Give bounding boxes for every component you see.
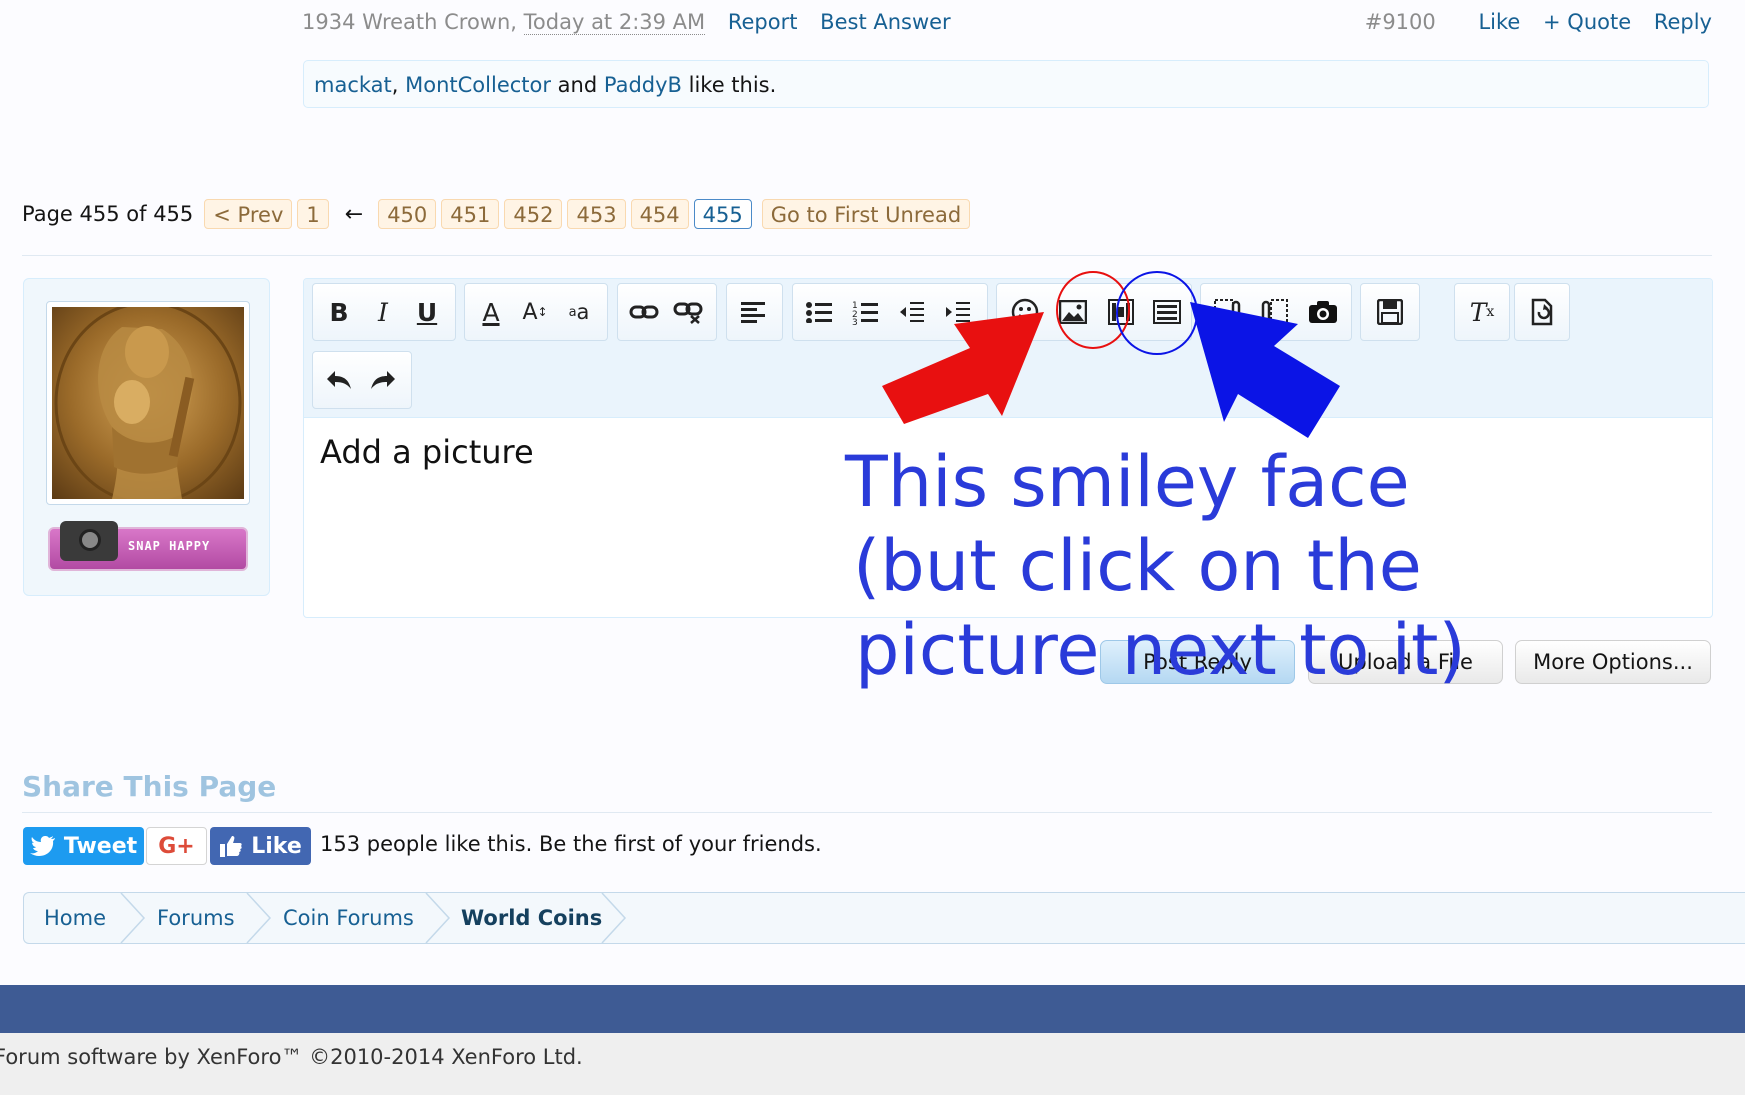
breadcrumb: Home Forums Coin Forums World Coins: [23, 892, 1745, 944]
like-count-text: 153 people like this. Be the first of yo…: [320, 832, 822, 856]
facebook-like-button[interactable]: Like: [210, 827, 311, 865]
likes-summary: mackat, MontCollector and PaddyB like th…: [303, 60, 1709, 108]
prev-page-button[interactable]: < Prev: [204, 199, 293, 229]
like-link[interactable]: Like: [1478, 10, 1520, 34]
blue-arrow-icon: [1190, 302, 1340, 438]
post-number[interactable]: #9100: [1365, 10, 1436, 34]
liker-link[interactable]: mackat: [314, 73, 392, 97]
annotation-line: picture next to it): [855, 609, 1466, 691]
page-link[interactable]: 450: [378, 199, 437, 229]
avatar-frame[interactable]: [46, 301, 250, 505]
badge-label: SNAP HAPPY: [128, 539, 211, 553]
coin-medal-image: [54, 307, 242, 499]
first-unread-button[interactable]: Go to First Unread: [761, 199, 971, 229]
link-icon[interactable]: [624, 292, 664, 332]
more-options-button[interactable]: More Options...: [1515, 640, 1711, 684]
share-title: Share This Page: [22, 770, 277, 803]
breadcrumb-chevron-icon: [246, 893, 272, 943]
breadcrumb-world-coins[interactable]: World Coins: [461, 893, 602, 943]
reply-link[interactable]: Reply: [1654, 10, 1712, 34]
align-icon[interactable]: [734, 292, 774, 332]
post-author-date: 1934 Wreath Crown,: [302, 10, 517, 34]
liker-link[interactable]: PaddyB: [604, 73, 682, 97]
user-info-panel: SNAP HAPPY: [23, 278, 270, 596]
thumbs-up-icon: [220, 836, 242, 857]
history-group: [312, 351, 412, 409]
footer-band: [0, 985, 1745, 1033]
undo-icon[interactable]: [319, 360, 359, 400]
post-meta-bar: 1934 Wreath Crown, Today at 2:39 AM Repo…: [302, 10, 1712, 42]
divider: [22, 812, 1712, 813]
facebook-like-label: Like: [251, 833, 302, 859]
text-color-icon[interactable]: A: [471, 292, 511, 332]
bullet-list-icon[interactable]: [799, 292, 839, 332]
breadcrumb-chevron-icon: [120, 893, 146, 943]
report-link[interactable]: Report: [728, 10, 798, 34]
font-size-icon[interactable]: A ↕: [515, 292, 555, 332]
post-meta-left: 1934 Wreath Crown, Today at 2:39 AM Repo…: [302, 10, 951, 35]
twitter-icon: [29, 836, 55, 856]
svg-text:3: 3: [852, 318, 858, 325]
pagination: Page 455 of 455 < Prev 1 ← 450 451 452 4…: [22, 196, 971, 232]
copyright-text[interactable]: Forum software by XenForo™ ©2010-2014 Xe…: [0, 1045, 583, 1069]
page-link[interactable]: 451: [441, 199, 500, 229]
page-link[interactable]: 452: [504, 199, 563, 229]
save-group: [1360, 283, 1420, 341]
tweet-button[interactable]: Tweet: [23, 827, 144, 865]
link-group: [617, 283, 717, 341]
quote-link[interactable]: + Quote: [1543, 10, 1631, 34]
snap-happy-badge: SNAP HAPPY: [48, 521, 248, 571]
format-group: B I U: [312, 283, 456, 341]
breadcrumb-home[interactable]: Home: [44, 893, 106, 943]
bold-icon[interactable]: B: [319, 292, 359, 332]
red-arrow-icon: [882, 312, 1044, 424]
redo-icon[interactable]: [363, 360, 403, 400]
post-meta-right: #9100 Like + Quote Reply: [1365, 10, 1712, 34]
google-plus-button[interactable]: G+: [146, 827, 207, 865]
page-link-first[interactable]: 1: [297, 199, 329, 229]
editor-content[interactable]: Add a picture: [320, 433, 534, 471]
tweet-label: Tweet: [63, 833, 138, 859]
liker-link[interactable]: MontCollector: [405, 73, 551, 97]
breadcrumb-coin-forums[interactable]: Coin Forums: [283, 893, 414, 943]
post-time[interactable]: Today at 2:39 AM: [523, 10, 706, 35]
remove-format-icon[interactable]: Tx: [1462, 292, 1502, 332]
font-family-icon[interactable]: aa: [559, 292, 599, 332]
divider: [22, 255, 1712, 256]
breadcrumb-chevron-icon: [425, 893, 451, 943]
italic-icon[interactable]: I: [363, 292, 403, 332]
likes-separator: ,: [391, 73, 406, 97]
clear-format-group: Tx: [1454, 283, 1510, 341]
align-group: [726, 283, 783, 341]
page-skip-arrow-icon[interactable]: ←: [345, 202, 363, 227]
restore-draft-icon[interactable]: [1522, 292, 1562, 332]
save-icon[interactable]: [1370, 292, 1410, 332]
page-link[interactable]: 454: [630, 199, 689, 229]
camera-icon: [60, 521, 118, 561]
likes-and: and: [551, 73, 604, 97]
annotation-line: This smiley face: [845, 441, 1410, 523]
page-label: Page 455 of 455: [22, 202, 194, 226]
breadcrumb-forums[interactable]: Forums: [157, 893, 235, 943]
page-link-current[interactable]: 455: [693, 199, 752, 229]
best-answer-link[interactable]: Best Answer: [820, 10, 951, 34]
annotation-text: This smiley face (but click on the pictu…: [845, 440, 1466, 692]
avatar[interactable]: [52, 307, 244, 499]
underline-icon[interactable]: U: [407, 292, 447, 332]
draft-group: [1514, 283, 1570, 341]
unlink-icon[interactable]: [668, 292, 708, 332]
font-group: A A ↕ aa: [464, 283, 608, 341]
annotation-line: (but click on the: [853, 525, 1422, 607]
likes-tail: like this.: [681, 73, 777, 97]
page-link[interactable]: 453: [567, 199, 626, 229]
google-plus-label: G+: [158, 833, 195, 859]
breadcrumb-chevron-icon: [601, 893, 627, 943]
